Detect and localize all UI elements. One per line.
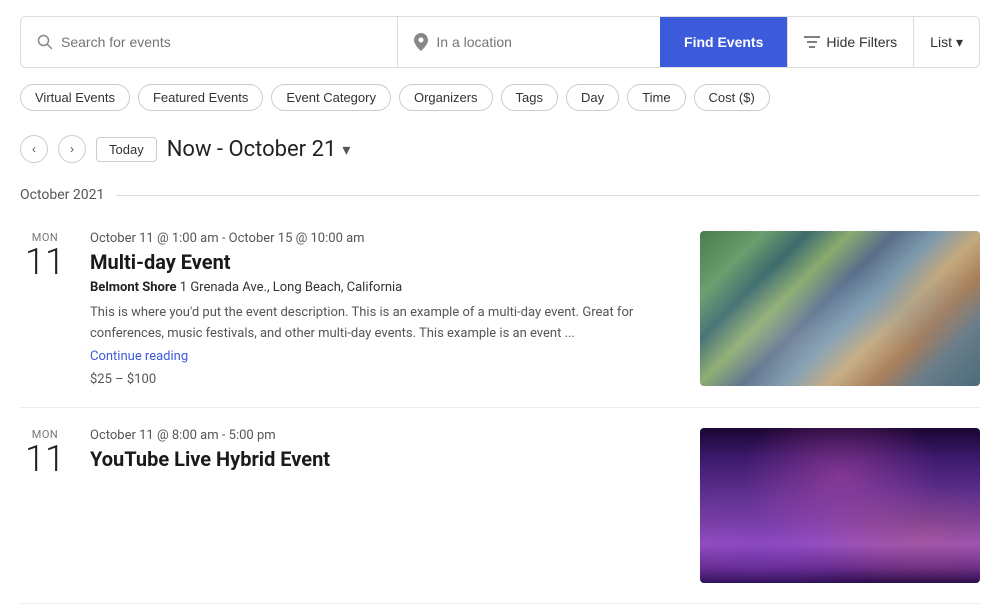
event-description: This is where you'd put the event descri… bbox=[90, 303, 680, 345]
filter-tag[interactable]: Virtual Events bbox=[20, 84, 130, 111]
prev-arrow-button[interactable]: ‹ bbox=[20, 135, 48, 163]
next-arrow-button[interactable]: › bbox=[58, 135, 86, 163]
filter-tag[interactable]: Organizers bbox=[399, 84, 493, 111]
list-label: List bbox=[930, 34, 952, 50]
list-view-button[interactable]: List ▾ bbox=[913, 17, 979, 67]
hide-filters-button[interactable]: Hide Filters bbox=[787, 17, 913, 67]
filter-tag[interactable]: Day bbox=[566, 84, 619, 111]
location-input[interactable] bbox=[436, 34, 644, 50]
date-range-caret-icon: ▾ bbox=[342, 140, 350, 159]
event-content: October 11 @ 8:00 am - 5:00 pm YouTube L… bbox=[90, 428, 680, 477]
event-content: October 11 @ 1:00 am - October 15 @ 10:0… bbox=[90, 231, 680, 387]
event-location: Belmont Shore 1 Grenada Ave., Long Beach… bbox=[90, 280, 680, 295]
event-day-number: 11 bbox=[20, 244, 70, 280]
event-item: MON 11 October 11 @ 8:00 am - 5:00 pm Yo… bbox=[20, 408, 980, 604]
list-caret-icon: ▾ bbox=[956, 34, 963, 51]
event-title[interactable]: YouTube Live Hybrid Event bbox=[90, 447, 680, 471]
filter-tag[interactable]: Tags bbox=[501, 84, 558, 111]
date-range-text: Now - October 21 bbox=[167, 137, 337, 162]
continue-reading-link[interactable]: Continue reading bbox=[90, 349, 680, 364]
filter-tag[interactable]: Time bbox=[627, 84, 685, 111]
filter-tag[interactable]: Featured Events bbox=[138, 84, 263, 111]
search-icon bbox=[37, 34, 53, 50]
event-time: October 11 @ 8:00 am - 5:00 pm bbox=[90, 428, 680, 443]
today-button[interactable]: Today bbox=[96, 137, 157, 162]
filter-tag[interactable]: Event Category bbox=[271, 84, 391, 111]
event-item: MON 11 October 11 @ 1:00 am - October 15… bbox=[20, 211, 980, 408]
event-thumbnail-crowd bbox=[700, 231, 980, 386]
event-date-column: MON 11 bbox=[20, 231, 70, 280]
event-date-column: MON 11 bbox=[20, 428, 70, 477]
event-price: $25 – $100 bbox=[90, 372, 680, 387]
event-image[interactable] bbox=[700, 428, 980, 583]
filter-tag[interactable]: Cost ($) bbox=[694, 84, 770, 111]
event-time: October 11 @ 1:00 am - October 15 @ 10:0… bbox=[90, 231, 680, 246]
events-list: MON 11 October 11 @ 1:00 am - October 15… bbox=[0, 211, 1000, 604]
location-icon bbox=[414, 33, 428, 51]
month-label: October 2021 bbox=[20, 187, 104, 203]
event-title-link[interactable]: Multi-day Event bbox=[90, 250, 231, 274]
event-location-name: Belmont Shore bbox=[90, 280, 177, 295]
find-events-button[interactable]: Find Events bbox=[660, 17, 787, 67]
event-location-addr-text: 1 Grenada Ave., Long Beach, California bbox=[180, 280, 402, 295]
filter-tags-bar: Virtual Events Featured Events Event Categ… bbox=[0, 84, 1000, 127]
event-image[interactable] bbox=[700, 231, 980, 386]
search-input[interactable] bbox=[61, 34, 381, 50]
month-header: October 2021 bbox=[0, 179, 1000, 211]
hide-filters-label: Hide Filters bbox=[826, 34, 897, 50]
search-bar: Find Events Hide Filters List ▾ bbox=[20, 16, 980, 68]
event-thumbnail-concert bbox=[700, 428, 980, 583]
event-day-number: 11 bbox=[20, 441, 70, 477]
date-navigation: ‹ › Today Now - October 21 ▾ bbox=[0, 127, 1000, 179]
date-range-display[interactable]: Now - October 21 ▾ bbox=[167, 137, 351, 162]
event-title[interactable]: Multi-day Event bbox=[90, 250, 680, 274]
location-section bbox=[398, 17, 660, 67]
search-section bbox=[21, 17, 398, 67]
event-title-link[interactable]: YouTube Live Hybrid Event bbox=[90, 447, 330, 471]
